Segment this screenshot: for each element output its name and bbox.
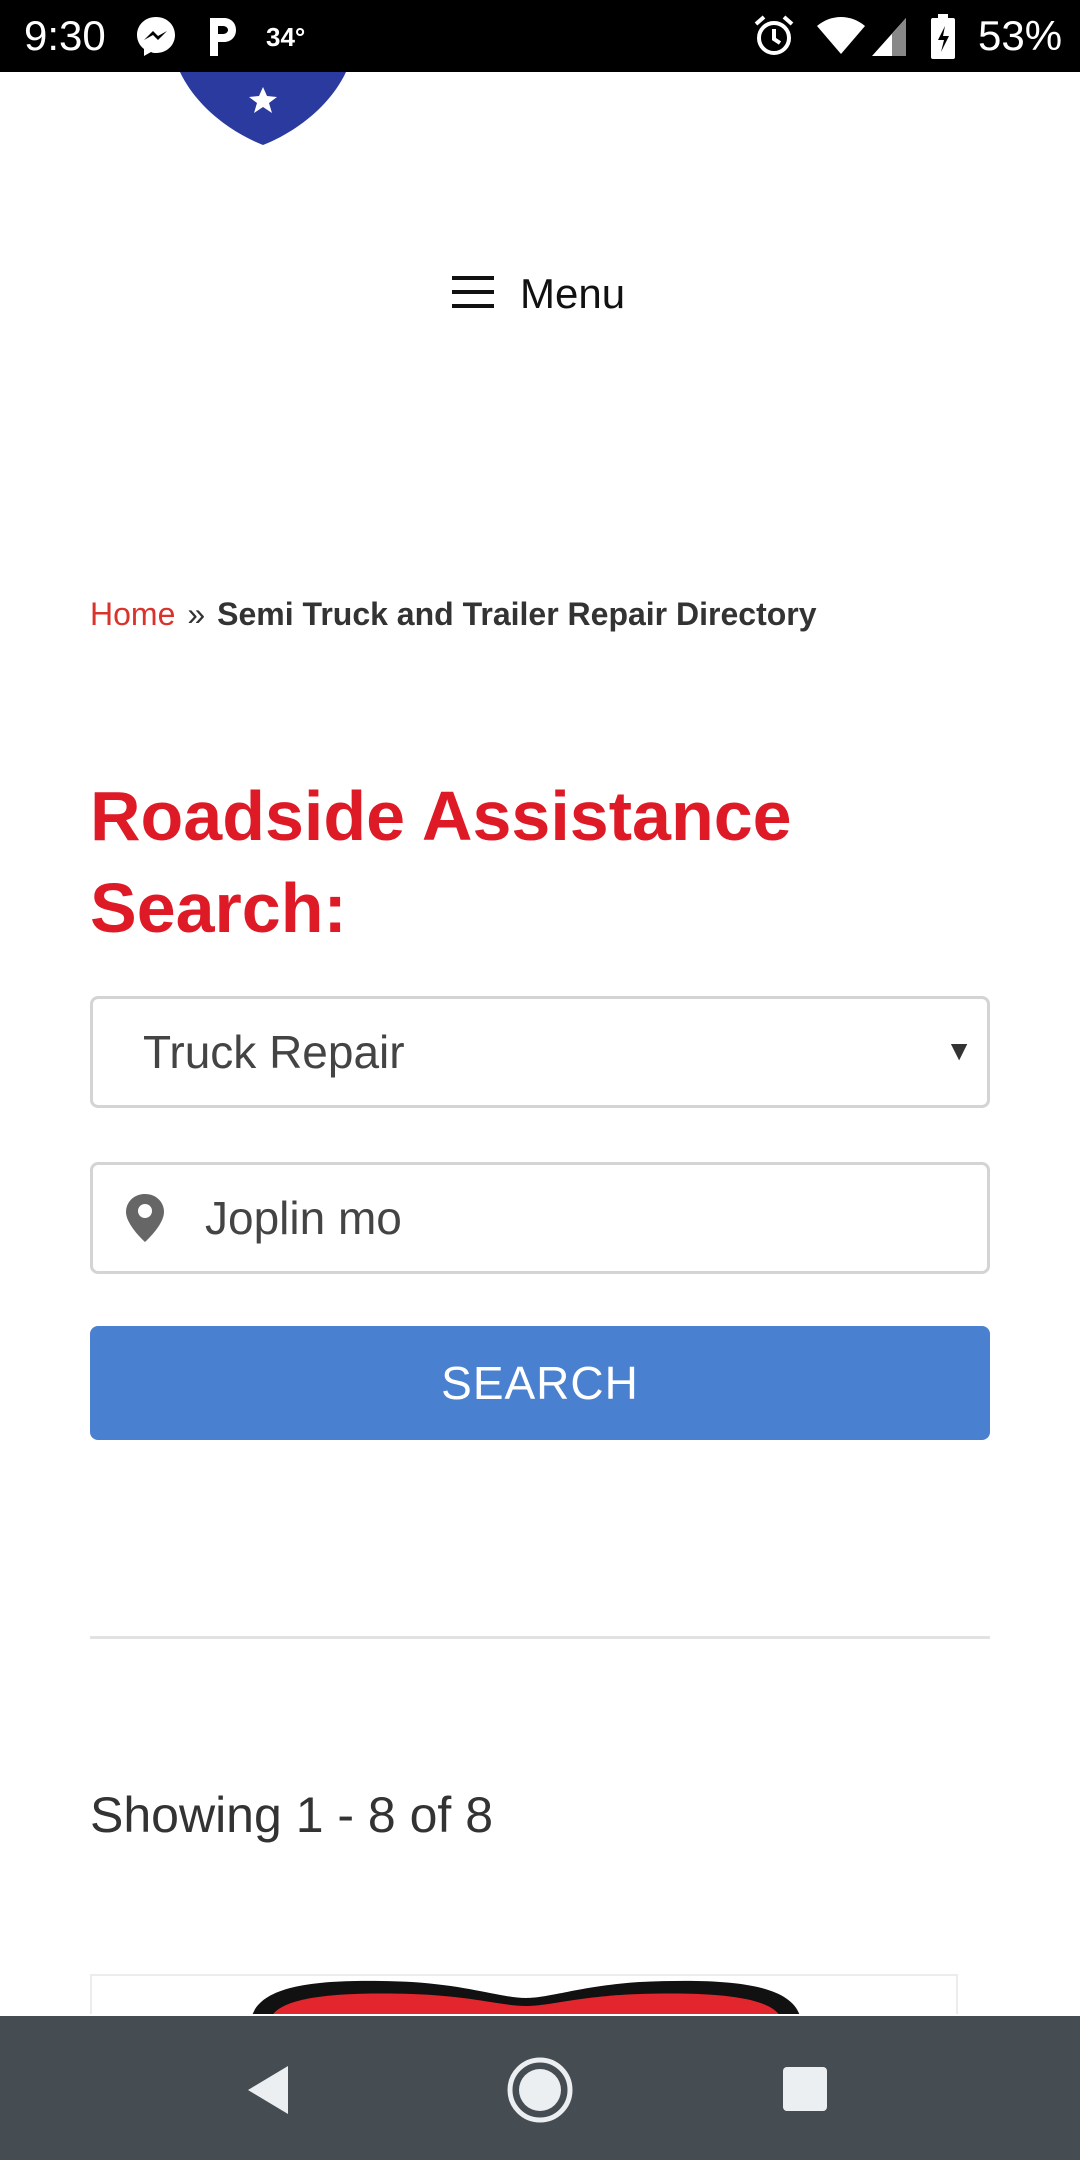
results-count: Showing 1 - 8 of 8 xyxy=(90,1787,494,1843)
breadcrumb-home-link[interactable]: Home xyxy=(90,596,175,632)
location-input[interactable] xyxy=(203,1190,967,1246)
location-pin-icon xyxy=(126,1194,164,1242)
menu-label: Menu xyxy=(520,270,626,317)
parking-p-icon xyxy=(204,14,240,63)
home-button-icon[interactable] xyxy=(506,2056,574,2129)
search-title: Roadside Assistance Search: xyxy=(90,777,792,947)
location-field[interactable] xyxy=(90,1162,990,1274)
search-button[interactable]: SEARCH xyxy=(90,1326,990,1440)
wifi-icon xyxy=(816,14,866,63)
section-divider xyxy=(90,1636,990,1639)
signal-icon xyxy=(870,14,908,63)
back-button-icon[interactable] xyxy=(244,2064,292,2121)
listing-logo-image xyxy=(252,1980,800,2014)
status-bar: 9:30 34° 53% xyxy=(0,0,1080,72)
status-battery-percent: 53% xyxy=(978,12,1063,59)
site-logo[interactable] xyxy=(180,72,346,151)
messenger-icon xyxy=(134,14,178,63)
breadcrumb-separator: » xyxy=(187,596,206,632)
breadcrumb: Home » Semi Truck and Trailer Repair Direc… xyxy=(90,596,817,633)
breadcrumb-current: Semi Truck and Trailer Repair Directory xyxy=(217,596,817,632)
menu-toggle[interactable]: Menu xyxy=(450,262,625,326)
alarm-icon xyxy=(752,14,796,63)
status-time: 9:30 xyxy=(24,12,106,59)
navigation-bar xyxy=(0,2016,1080,2160)
dropdown-caret-icon: ▼ xyxy=(945,1035,973,1066)
status-temperature: 34° xyxy=(266,22,306,52)
listing-card[interactable] xyxy=(90,1974,958,2014)
category-selected-value: Truck Repair xyxy=(143,1026,405,1078)
recents-button-icon[interactable] xyxy=(782,2066,828,2117)
hamburger-icon xyxy=(450,274,496,315)
battery-icon xyxy=(930,14,956,65)
category-select[interactable]: Truck Repair ▼ xyxy=(90,996,990,1108)
